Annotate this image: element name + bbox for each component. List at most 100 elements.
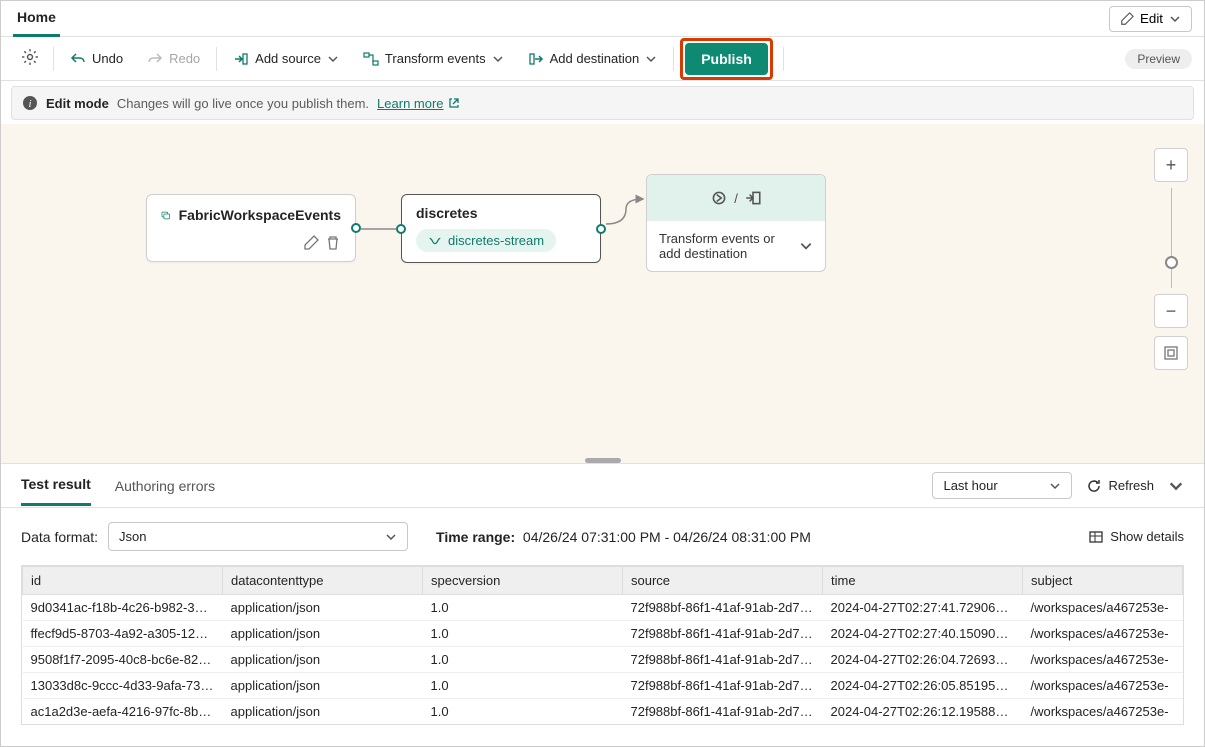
output-port[interactable] <box>351 223 361 233</box>
tab-home[interactable]: Home <box>13 1 60 37</box>
input-port[interactable] <box>396 224 406 234</box>
table-cell: 9d0341ac-f18b-4c26-b982-35a1d1f <box>23 595 223 621</box>
add-destination-icon <box>528 51 544 67</box>
table-row[interactable]: 9d0341ac-f18b-4c26-b982-35a1d1fapplicati… <box>23 595 1183 621</box>
source-node[interactable]: FabricWorkspaceEvents <box>146 194 356 262</box>
table-row[interactable]: 592647e8-8d28-4586-be01-46df52applicatio… <box>23 725 1183 726</box>
redo-button: Redo <box>137 45 210 73</box>
transform-label: Transform events <box>385 51 486 66</box>
preview-badge: Preview <box>1125 49 1192 69</box>
table-cell: 13033d8c-9ccc-4d33-9afa-73f5c95 <box>23 673 223 699</box>
table-cell: 72f988bf-86f1-41af-91ab-2d7cd01 <box>623 725 823 726</box>
table-cell: 1.0 <box>423 673 623 699</box>
zoom-thumb[interactable] <box>1165 256 1178 269</box>
toolbar: Undo Redo Add source Transform events Ad… <box>1 37 1204 81</box>
output-port[interactable] <box>596 224 606 234</box>
chevron-down-icon <box>645 53 657 65</box>
table-cell: 72f988bf-86f1-41af-91ab-2d7cd01 <box>623 595 823 621</box>
table-header-row: id datacontenttype specversion source ti… <box>23 567 1183 595</box>
format-value: Json <box>119 529 146 544</box>
table-cell: 2024-04-27T02:27:40.1509061Z <box>823 621 1023 647</box>
table-cell: ffecf9d5-8703-4a92-a305-12a423b <box>23 621 223 647</box>
table-row[interactable]: ffecf9d5-8703-4a92-a305-12a423bapplicati… <box>23 621 1183 647</box>
time-range-value: Last hour <box>943 478 997 493</box>
pencil-icon[interactable] <box>303 235 319 251</box>
chevron-down-icon[interactable] <box>1168 478 1184 494</box>
undo-icon <box>70 51 86 67</box>
separator <box>216 47 217 71</box>
table-cell: /workspaces/a467253e- <box>1023 595 1183 621</box>
chevron-down-icon <box>385 531 397 543</box>
learn-more-link[interactable]: Learn more <box>377 96 459 111</box>
publish-button[interactable]: Publish <box>685 43 768 75</box>
table-cell: 72f988bf-86f1-41af-91ab-2d7cd01 <box>623 699 823 725</box>
info-bar: i Edit mode Changes will go live once yo… <box>11 86 1194 120</box>
table-row[interactable]: 13033d8c-9ccc-4d33-9afa-73f5c95applicati… <box>23 673 1183 699</box>
panel-resize-handle[interactable] <box>585 458 621 463</box>
add-destination-button[interactable]: Add destination <box>518 45 668 73</box>
table-row[interactable]: ac1a2d3e-aefa-4216-97fc-8b43d70applicati… <box>23 699 1183 725</box>
col-id[interactable]: id <box>23 567 223 595</box>
add-source-icon <box>233 51 249 67</box>
zoom-in-button[interactable]: + <box>1154 148 1188 182</box>
chevron-down-icon[interactable] <box>799 239 813 253</box>
stream-node[interactable]: discretes discretes-stream <box>401 194 601 263</box>
col-time[interactable]: time <box>823 567 1023 595</box>
table-cell: 72f988bf-86f1-41af-91ab-2d7cd01 <box>623 621 823 647</box>
table-cell: application/json <box>223 699 423 725</box>
edit-button[interactable]: Edit <box>1109 6 1192 32</box>
col-spec[interactable]: specversion <box>423 567 623 595</box>
destination-icon <box>744 189 762 207</box>
stream-chip[interactable]: discretes-stream <box>416 229 556 252</box>
destination-node[interactable]: / Transform events or add destination <box>646 174 826 272</box>
tab-authoring-errors[interactable]: Authoring errors <box>115 467 215 505</box>
tab-test-result[interactable]: Test result <box>21 465 91 506</box>
refresh-icon <box>1086 478 1102 494</box>
format-select[interactable]: Json <box>108 522 408 551</box>
source-node-title: FabricWorkspaceEvents <box>179 207 341 223</box>
col-subj[interactable]: subject <box>1023 567 1183 595</box>
svg-text:i: i <box>28 98 31 110</box>
table-cell: /workspaces/a467253e- <box>1023 673 1183 699</box>
table-cell: /workspaces/a467253e- <box>1023 647 1183 673</box>
table-cell: 72f988bf-86f1-41af-91ab-2d7cd01 <box>623 673 823 699</box>
results-table[interactable]: id datacontenttype specversion source ti… <box>21 565 1184 725</box>
undo-button[interactable]: Undo <box>60 45 133 73</box>
show-details-button[interactable]: Show details <box>1088 529 1184 545</box>
zoom-out-button[interactable]: − <box>1154 294 1188 328</box>
col-src[interactable]: source <box>623 567 823 595</box>
transform-icon <box>363 51 379 67</box>
connector-2 <box>601 194 651 234</box>
info-mode-label: Edit mode <box>46 96 109 111</box>
table-cell: 1.0 <box>423 699 623 725</box>
table-cell: application/json <box>223 621 423 647</box>
fit-button[interactable] <box>1154 336 1188 370</box>
separator <box>673 47 674 71</box>
time-range-select[interactable]: Last hour <box>932 472 1072 499</box>
table-cell: /workspaces/a467253e- <box>1023 699 1183 725</box>
table-cell: application/json <box>223 673 423 699</box>
flow-canvas[interactable]: FabricWorkspaceEvents discretes discrete… <box>1 124 1204 464</box>
separator <box>53 47 54 71</box>
table-cell: 2024-04-27T02:26:05.8519580Z <box>823 673 1023 699</box>
learn-more-label: Learn more <box>377 96 443 111</box>
workspace-icon <box>161 205 171 225</box>
table-cell: 1.0 <box>423 725 623 726</box>
edit-button-label: Edit <box>1140 11 1163 26</box>
col-dct[interactable]: datacontenttype <box>223 567 423 595</box>
zoom-slider[interactable] <box>1171 188 1172 288</box>
table-cell: 2024-04-27T02:26:04.7269354Z <box>823 647 1023 673</box>
redo-icon <box>147 51 163 67</box>
refresh-button[interactable]: Refresh <box>1086 478 1154 494</box>
chevron-down-icon <box>492 53 504 65</box>
format-label: Data format: <box>21 529 98 545</box>
external-link-icon <box>448 97 460 109</box>
table-cell: 592647e8-8d28-4586-be01-46df52 <box>23 725 223 726</box>
add-source-button[interactable]: Add source <box>223 45 349 73</box>
undo-label: Undo <box>92 51 123 66</box>
zoom-controls: + − <box>1154 148 1188 370</box>
transform-events-button[interactable]: Transform events <box>353 45 514 73</box>
table-row[interactable]: 9508f1f7-2095-40c8-bc6e-82bc942applicati… <box>23 647 1183 673</box>
trash-icon[interactable] <box>325 235 341 251</box>
settings-button[interactable] <box>13 42 47 75</box>
